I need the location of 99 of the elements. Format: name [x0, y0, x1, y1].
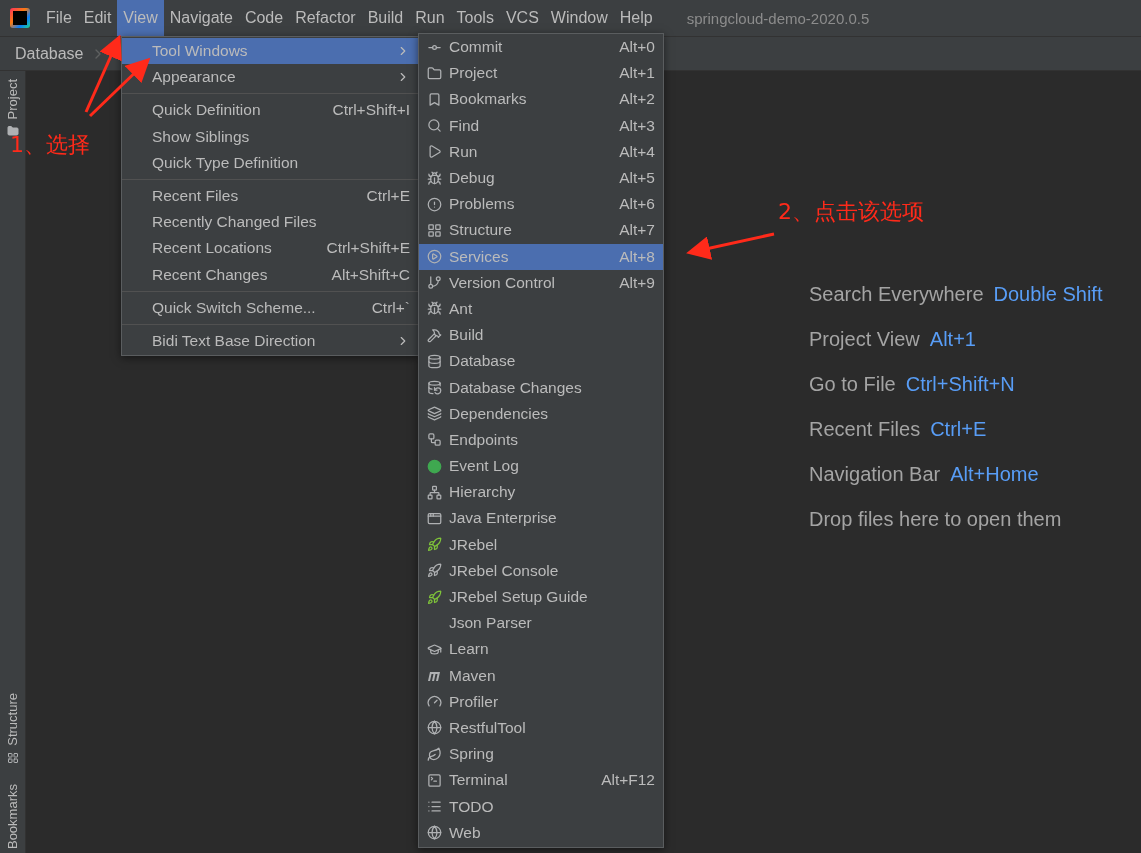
menu-item[interactable]: Show Siblings [122, 123, 418, 150]
menu-item[interactable]: Java Enterprise [419, 505, 663, 532]
menu-item[interactable]: Dependencies [419, 400, 663, 427]
hierarchy-icon [427, 484, 442, 500]
hint-text: Go to File [809, 373, 896, 396]
menu-item[interactable]: Window [544, 0, 614, 36]
rocket-icon [427, 563, 442, 579]
annotation-text: 2、点击该选项 [778, 198, 924, 226]
hint-text: Search Everywhere [809, 283, 984, 306]
menu-item[interactable]: Spring [419, 741, 663, 768]
blocks-icon [6, 751, 19, 764]
menu-item[interactable]: Endpoints [419, 426, 663, 453]
shortcut-text: Ctrl+Shift+N [905, 373, 1015, 396]
menu-item[interactable]: Tools [450, 0, 500, 36]
play-icon [427, 144, 442, 160]
menu-item[interactable]: Run [409, 0, 451, 36]
breadcrumb-item[interactable]: Database [15, 44, 84, 63]
blocks-icon [427, 222, 442, 238]
menu-item[interactable]: VCS [499, 0, 545, 36]
menu-item[interactable]: Debug Alt+5 [419, 164, 663, 192]
bug-icon [427, 170, 442, 186]
menu-item[interactable]: Quick Definition Ctrl+Shift+I [122, 97, 418, 124]
database-icon [427, 353, 442, 369]
menu-item[interactable]: JRebel [419, 531, 663, 558]
shortcut-text: Ctrl+E [930, 418, 987, 441]
menu-item[interactable]: JRebel Console [419, 557, 663, 584]
rocket-icon [427, 589, 442, 605]
menu-item[interactable]: Database Changes [419, 374, 663, 401]
menu-item[interactable]: Run Alt+4 [419, 138, 663, 165]
menu-item[interactable]: Edit [77, 0, 118, 36]
menu-item[interactable]: Terminal Alt+F12 [419, 767, 663, 794]
folder-icon [6, 125, 19, 138]
branch-icon [427, 275, 442, 291]
database-icon [427, 380, 442, 396]
menu-item[interactable]: Find Alt+3 [419, 112, 663, 139]
menu-item[interactable]: Appearance [122, 64, 418, 91]
shortcut-text: Double Shift [993, 283, 1103, 306]
menu-item[interactable]: Build [361, 0, 410, 36]
shortcut-text: Alt+Home [950, 463, 1039, 486]
menu-item[interactable]: Quick Switch Scheme... Ctrl+` [122, 294, 418, 321]
menu-item[interactable]: Help [613, 0, 659, 36]
menu-item[interactable]: Problems Alt+6 [419, 191, 663, 218]
alert-icon [427, 196, 442, 212]
leaf-icon [427, 746, 442, 762]
menu-item[interactable]: Profiler [419, 688, 663, 715]
menu-item[interactable]: RestfulTool [419, 714, 663, 742]
menu-item[interactable]: JRebel Setup Guide [419, 583, 663, 611]
menu-item[interactable]: Maven [419, 662, 663, 689]
menu-item[interactable]: Structure Alt+7 [419, 217, 663, 244]
hint-text: Project View [809, 328, 920, 351]
menu-item[interactable]: Hierarchy [419, 479, 663, 506]
menu-item[interactable]: File [40, 0, 78, 36]
menu-item[interactable]: Bidi Text Base Direction [122, 327, 418, 355]
menu-item[interactable]: TODO [419, 793, 663, 820]
terminal-icon [427, 772, 442, 788]
list-icon [427, 799, 442, 815]
menu-item[interactable]: Learn [419, 636, 663, 663]
menu-item[interactable]: Quick Type Definition [122, 149, 418, 176]
menu-item[interactable]: Code [238, 0, 290, 36]
tool-window-tab[interactable]: Project [5, 79, 20, 120]
graduation-cap-icon [427, 641, 442, 657]
rocket-icon [427, 537, 442, 553]
menu-item[interactable]: Navigate [163, 0, 239, 36]
nodes-icon [427, 432, 442, 448]
menu-item[interactable]: Bookmarks Alt+2 [419, 86, 663, 113]
menu-item[interactable]: Ant [419, 295, 663, 323]
globe-icon [427, 825, 442, 841]
bug-icon [427, 301, 442, 317]
menu-item[interactable]: Refactor [289, 0, 362, 36]
menu-item[interactable]: Version Control Alt+9 [419, 269, 663, 296]
menu-item[interactable]: Build [419, 322, 663, 349]
circle-icon [427, 458, 442, 474]
layers-icon [427, 406, 442, 422]
menu-item[interactable]: Recently Changed Files [122, 209, 418, 236]
play-circle-icon [427, 249, 442, 265]
menu-item[interactable]: Web [419, 819, 663, 846]
hint-text: Drop files here to open them [809, 508, 1062, 531]
annotation-text: 1、选择 [10, 131, 90, 159]
menu-item[interactable]: Commit Alt+0 [419, 34, 663, 61]
bookmark-icon [427, 91, 442, 107]
app-logo-icon [10, 8, 30, 28]
window-icon [427, 510, 442, 526]
globe-icon [427, 720, 442, 736]
menu-item[interactable]: Project Alt+1 [419, 60, 663, 87]
menu-item[interactable]: Database [419, 348, 663, 375]
tool-window-tab[interactable]: Structure [5, 693, 20, 746]
menu-item[interactable]: Recent Locations Ctrl+Shift+E [122, 235, 418, 262]
tool-window-tab[interactable]: Bookmarks [5, 783, 20, 849]
folder-icon [427, 65, 442, 81]
hint-text: Recent Files [809, 418, 921, 441]
window-title: springcloud-demo-2020.0.5 [686, 9, 870, 27]
search-icon [427, 118, 442, 134]
menu-item[interactable]: Recent Files Ctrl+E [122, 182, 418, 210]
shortcut-text: Alt+1 [929, 328, 976, 351]
menu-item[interactable]: Recent Changes Alt+Shift+C [122, 261, 418, 288]
menu-item[interactable]: Event Log [419, 453, 663, 480]
hint-text: Navigation Bar [809, 463, 941, 486]
menu-item[interactable]: Json Parser [419, 610, 663, 637]
hammer-icon [427, 327, 442, 343]
